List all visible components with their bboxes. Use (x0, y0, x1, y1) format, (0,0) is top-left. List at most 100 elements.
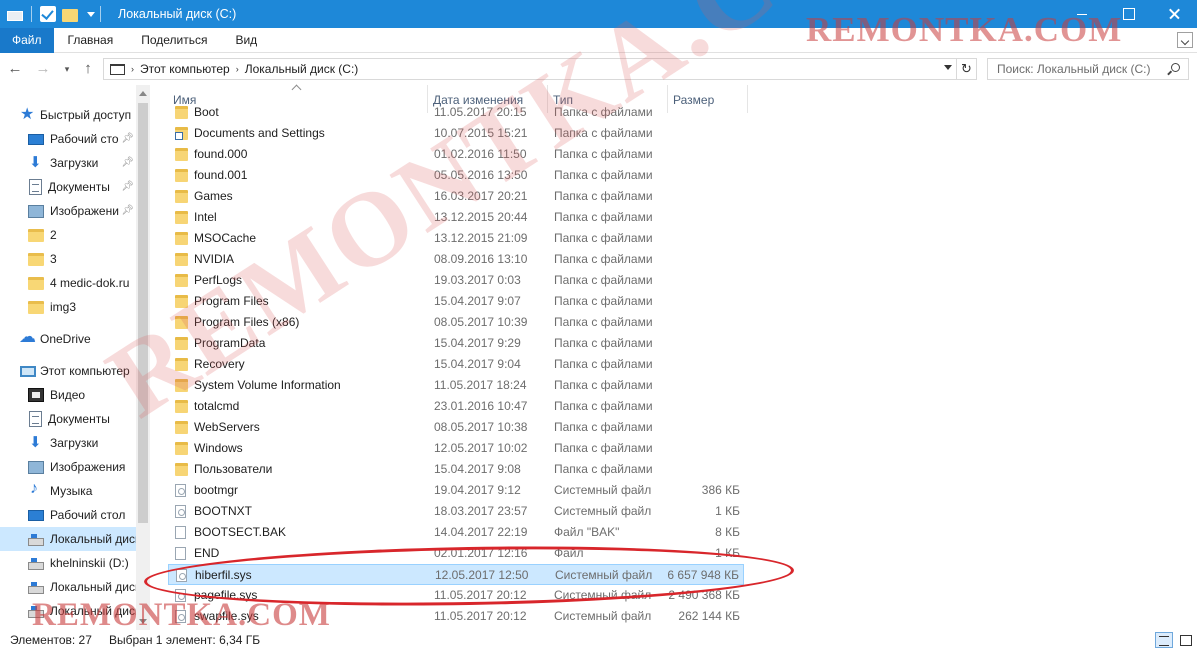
table-row[interactable]: BOOTSECT.BAK 14.04.2017 22:19 Файл "BAK" 8 … (168, 522, 744, 543)
toolbar-separator (31, 6, 32, 22)
sidebar-item-music[interactable]: Музыка (0, 479, 136, 503)
selection-info: Выбран 1 элемент: 6,34 ГБ (109, 633, 261, 647)
sidebar-item-pc-pictures[interactable]: Изображения (0, 455, 136, 479)
sidebar-item-pc-documents[interactable]: Документы (0, 407, 136, 431)
scroll-up-icon[interactable] (139, 91, 147, 96)
sidebar-item-downloads[interactable]: Загрузки 📌︎ (0, 151, 136, 175)
breadcrumb-separator-icon[interactable]: › (236, 64, 239, 74)
file-size: 8 КБ (715, 525, 740, 539)
star-icon (20, 104, 36, 124)
file-date: 19.03.2017 0:03 (434, 273, 521, 287)
folder-icon (175, 253, 188, 266)
file-type: Папка с файлами (554, 462, 653, 476)
sidebar-item-local-disk-2[interactable]: Локальный диск (0, 575, 136, 599)
properties-icon[interactable] (40, 6, 56, 22)
file-date: 11.05.2017 20:12 (434, 609, 527, 623)
customize-toolbar-chevron-icon[interactable] (87, 11, 95, 17)
table-row[interactable]: Windows 12.05.2017 10:02 Папка с файлами (168, 438, 744, 459)
documents-icon (29, 411, 42, 427)
file-type: Папка с файлами (554, 294, 653, 308)
downloads-icon (28, 433, 44, 451)
pin-icon: 📌︎ (121, 181, 134, 192)
sidebar-item-pictures[interactable]: Изображени 📌︎ (0, 199, 136, 223)
file-type: Папка с файлами (554, 231, 653, 245)
file-date: 19.04.2017 9:12 (434, 483, 521, 497)
folder-icon (175, 148, 188, 161)
watermark-top: REMONTKA.COM (806, 10, 1123, 49)
back-button[interactable]: ← (6, 61, 24, 77)
file-date: 15.04.2017 9:07 (434, 294, 521, 308)
sidebar-item-pc-downloads[interactable]: Загрузки (0, 431, 136, 455)
drive-icon[interactable] (7, 10, 23, 21)
file-name: found.001 (194, 168, 248, 182)
tab-view[interactable]: Вид (221, 28, 271, 53)
file-type: Папка с файлами (554, 252, 653, 266)
refresh-button[interactable]: ↻ (957, 58, 977, 80)
folder-icon (175, 463, 188, 476)
file-type: Папка с файлами (554, 315, 653, 329)
search-placeholder: Поиск: Локальный диск (C:) (997, 62, 1151, 76)
details-view-button[interactable] (1155, 632, 1173, 648)
tab-home[interactable]: Главная (54, 28, 128, 53)
sidebar-item-documents[interactable]: Документы 📌︎ (0, 175, 136, 199)
drive-icon (28, 557, 44, 570)
cloud-icon (19, 327, 36, 347)
sort-ascending-icon (293, 86, 301, 92)
file-name: BOOTSECT.BAK (194, 525, 287, 539)
table-row[interactable]: BOOTNXT 18.03.2017 23:57 Системный файл 1 К… (168, 501, 744, 522)
close-button[interactable] (1151, 0, 1197, 28)
file-type: Системный файл (554, 504, 652, 518)
breadcrumb-this-pc[interactable]: Этот компьютер (140, 62, 230, 76)
table-row[interactable]: totalcmd 23.01.2016 10:47 Папка с файлами (168, 396, 744, 417)
sidebar-item-folder-2[interactable]: 2 (0, 223, 136, 247)
sidebar-item-pc-desktop[interactable]: Рабочий стол (0, 503, 136, 527)
file-type: Папка с файлами (554, 441, 653, 455)
table-row[interactable]: Пользователи 15.04.2017 9:08 Папка с файла… (168, 459, 744, 480)
sidebar-item-folder-3[interactable]: 3 (0, 247, 136, 271)
file-size: 386 КБ (701, 483, 740, 497)
sidebar-item-video[interactable]: Видео (0, 383, 136, 407)
search-input[interactable]: Поиск: Локальный диск (C:) (987, 58, 1189, 80)
folder-icon (175, 169, 188, 182)
file-date: 15.04.2017 9:08 (434, 462, 521, 476)
system-file-icon (175, 484, 186, 497)
sidebar-item-drive-d[interactable]: khelninskii (D:) (0, 551, 136, 575)
file-date: 23.01.2016 10:47 (434, 399, 528, 413)
computer-icon (20, 365, 36, 377)
sidebar-item-img3[interactable]: img3 (0, 295, 136, 319)
up-button[interactable]: ↑ (79, 61, 97, 77)
sidebar-item-medic-dok[interactable]: 4 medic-dok.ru (0, 271, 136, 295)
large-icons-view-button[interactable] (1177, 632, 1195, 648)
documents-icon (29, 179, 42, 195)
file-date: 14.04.2017 22:19 (434, 525, 528, 539)
forward-button[interactable]: → (34, 61, 52, 77)
new-folder-icon[interactable] (62, 8, 78, 22)
system-file-icon (175, 505, 186, 518)
expand-ribbon-button[interactable] (1177, 32, 1193, 48)
breadcrumb-separator-icon[interactable]: › (131, 64, 134, 74)
pin-icon: 📌︎ (121, 157, 134, 168)
file-type: Системный файл (554, 609, 652, 623)
file-name: Boot (194, 105, 219, 119)
tab-file[interactable]: Файл (0, 27, 54, 53)
table-row[interactable]: System Volume Information 11.05.2017 18:2… (168, 375, 744, 396)
pictures-icon (28, 460, 44, 474)
sidebar-item-local-disk-c[interactable]: Локальный диск (0, 527, 136, 551)
table-row[interactable]: WebServers 08.05.2017 10:38 Папка с файлам… (168, 417, 744, 438)
file-name: bootmgr (194, 483, 239, 497)
address-history-chevron-icon[interactable] (944, 65, 952, 70)
sidebar-item-quick-access[interactable]: Быстрый доступ (0, 103, 136, 127)
file-type: Файл "BAK" (554, 525, 620, 539)
tab-share[interactable]: Поделиться (127, 28, 221, 53)
recent-locations-chevron-icon[interactable]: ▾ (58, 61, 76, 77)
table-row[interactable]: bootmgr 19.04.2017 9:12 Системный файл 386 … (168, 480, 744, 501)
folder-icon (28, 228, 44, 242)
sidebar-item-desktop[interactable]: Рабочий сто 📌︎ (0, 127, 136, 151)
item-count: Элементов: 27 (10, 633, 92, 647)
file-type: Папка с файлами (554, 357, 653, 371)
file-type: Системный файл (554, 483, 652, 497)
breadcrumb-local-disk[interactable]: Локальный диск (C:) (245, 62, 359, 76)
drive-icon (28, 581, 44, 594)
file-name: Documents and Settings (194, 126, 325, 140)
file-name: found.000 (194, 147, 248, 161)
